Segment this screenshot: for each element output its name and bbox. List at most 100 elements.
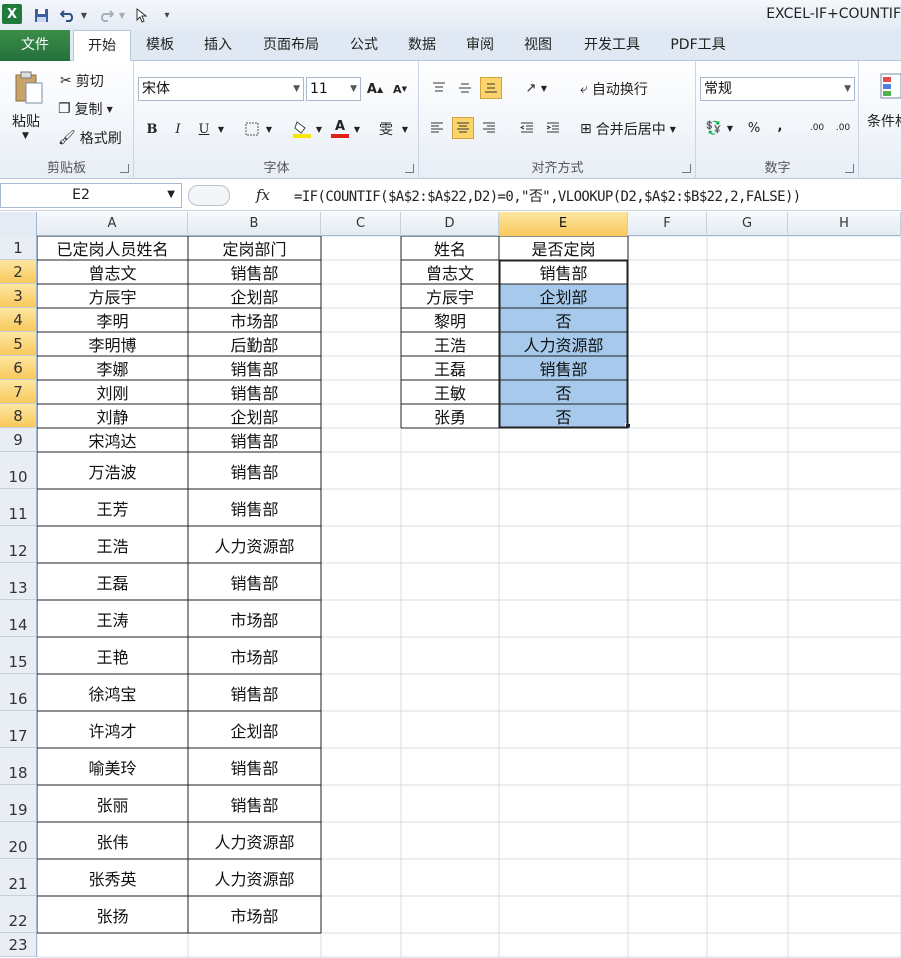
formula-expand-handle[interactable] [188,185,230,206]
clipboard-launcher-icon[interactable] [120,164,129,173]
row-header-12[interactable]: 12 [0,526,37,563]
paste-icon[interactable] [14,71,44,109]
alignment-launcher-icon[interactable] [682,164,691,173]
tab-formulas[interactable]: 公式 [342,30,386,61]
align-left-icon[interactable] [426,117,448,139]
border-icon[interactable] [241,118,263,140]
grow-font-icon[interactable]: A ▲ [364,78,386,100]
undo-icon[interactable] [57,4,79,26]
tab-developer[interactable]: 开发工具 [576,30,648,61]
column-header-c[interactable]: C [321,212,401,236]
tab-data[interactable]: 数据 [400,30,444,61]
chevron-down-icon[interactable]: ▼ [167,189,175,200]
row-header-4[interactable]: 4 [0,308,37,332]
underline-dropdown-icon[interactable]: ▼ [215,118,227,140]
redo-dropdown-icon[interactable]: ▼ [117,4,127,26]
paste-button[interactable]: 粘贴 [12,111,40,131]
row-header-20[interactable]: 20 [0,822,37,859]
row-header-8[interactable]: 8 [0,404,37,428]
select-all-corner[interactable] [0,212,37,236]
row-header-9[interactable]: 9 [0,428,37,452]
row-header-6[interactable]: 6 [0,356,37,380]
align-center-icon[interactable] [452,117,474,139]
row-header-14[interactable]: 14 [0,600,37,637]
font-name-combo[interactable]: 宋体 ▼ [138,77,304,101]
font-size-combo[interactable]: 11 ▼ [306,77,361,101]
phonetic-dropdown-icon[interactable]: ▼ [399,118,411,140]
underline-button[interactable]: U [193,118,215,140]
border-dropdown-icon[interactable]: ▼ [263,118,275,140]
save-icon[interactable] [31,4,51,26]
phonetic-icon[interactable]: 雯 [375,118,397,140]
worksheet-grid[interactable]: ABCDEFGH 1 2 3 4 5 6 7 8 9 10 11 12 13 14 15 16 17 18 19 20… [0,212,901,958]
row-header-5[interactable]: 5 [0,332,37,356]
column-header-b[interactable]: B [188,212,321,236]
orientation-dropdown-icon[interactable]: ▼ [538,77,550,99]
row-header-19[interactable]: 19 [0,785,37,822]
increase-indent-icon[interactable] [542,117,564,139]
align-right-icon[interactable] [478,117,500,139]
bold-button[interactable]: B [141,118,163,140]
row-header-11[interactable]: 11 [0,489,37,526]
copy-dropdown-icon[interactable]: ▼ [107,105,113,114]
row-header-17[interactable]: 17 [0,711,37,748]
currency-icon[interactable]: 💱 [703,117,725,139]
tab-template[interactable]: 模板 [138,30,182,61]
row-header-21[interactable]: 21 [0,859,37,896]
tab-insert[interactable]: 插入 [196,30,240,61]
column-header-e[interactable]: E [499,212,628,236]
row-header-18[interactable]: 18 [0,748,37,785]
row-header-15[interactable]: 15 [0,637,37,674]
shrink-font-icon[interactable]: A ▼ [389,78,411,100]
column-header-a[interactable]: A [37,212,188,236]
number-format-combo[interactable]: 常规 ▼ [700,77,855,101]
fill-dropdown-icon[interactable]: ▼ [313,118,325,140]
row-header-23[interactable]: 23 [0,933,37,957]
align-middle-icon[interactable] [454,77,476,99]
column-header-d[interactable]: D [401,212,499,236]
row-header-10[interactable]: 10 [0,452,37,489]
format-painter-button[interactable]: 🖌 格式刷 [58,128,122,148]
undo-dropdown-icon[interactable]: ▼ [79,4,89,26]
formula-input[interactable]: =IF(COUNTIF($A$2:$A$22,D2)=0,"否",VLOOKUP… [294,186,801,206]
column-header-h[interactable]: H [788,212,901,236]
paste-dropdown-icon[interactable]: ▼ [22,131,29,141]
comma-button[interactable]: , [769,115,791,137]
italic-button[interactable]: I [167,118,189,140]
fx-icon[interactable]: fx [256,186,270,204]
increase-decimal-button[interactable]: .00 [805,117,829,139]
align-top-icon[interactable] [428,77,450,99]
merge-dropdown-icon[interactable]: ▼ [670,125,676,134]
merge-center-button[interactable]: ⊞ 合并后居中 ▼ [580,119,676,139]
fill-color-icon[interactable] [291,118,313,140]
decrease-indent-icon[interactable] [516,117,538,139]
cut-button[interactable]: ✂ 剪切 [60,71,104,91]
percent-button[interactable]: % [743,117,765,139]
tab-page-layout[interactable]: 页面布局 [254,30,328,61]
row-header-3[interactable]: 3 [0,284,37,308]
font-launcher-icon[interactable] [405,164,414,173]
tab-pdf-tools[interactable]: PDF工具 [664,30,732,61]
font-color-dropdown-icon[interactable]: ▼ [351,118,363,140]
pointer-icon[interactable] [133,4,151,26]
customize-toolbar-icon[interactable]: ▾ [160,4,174,26]
row-header-13[interactable]: 13 [0,563,37,600]
currency-dropdown-icon[interactable]: ▼ [724,117,736,139]
row-header-2[interactable]: 2 [0,260,37,284]
font-color-icon[interactable]: A [329,118,351,140]
row-header-7[interactable]: 7 [0,380,37,404]
number-launcher-icon[interactable] [845,164,854,173]
row-header-22[interactable]: 22 [0,896,37,933]
tab-home[interactable]: 开始 [73,30,131,62]
tab-view[interactable]: 视图 [516,30,560,61]
tab-file[interactable]: 文件 [0,30,70,61]
align-bottom-icon[interactable] [480,77,502,99]
wrap-text-button[interactable]: ⤶ 自动换行 [580,79,648,99]
tab-review[interactable]: 审阅 [458,30,502,61]
column-header-f[interactable]: F [628,212,707,236]
decrease-decimal-button[interactable]: .00 [831,117,855,139]
column-header-g[interactable]: G [707,212,788,236]
redo-icon[interactable] [95,4,117,26]
name-box[interactable]: E2 ▼ [0,183,182,208]
conditional-format-button[interactable]: 条件格 [867,111,901,131]
